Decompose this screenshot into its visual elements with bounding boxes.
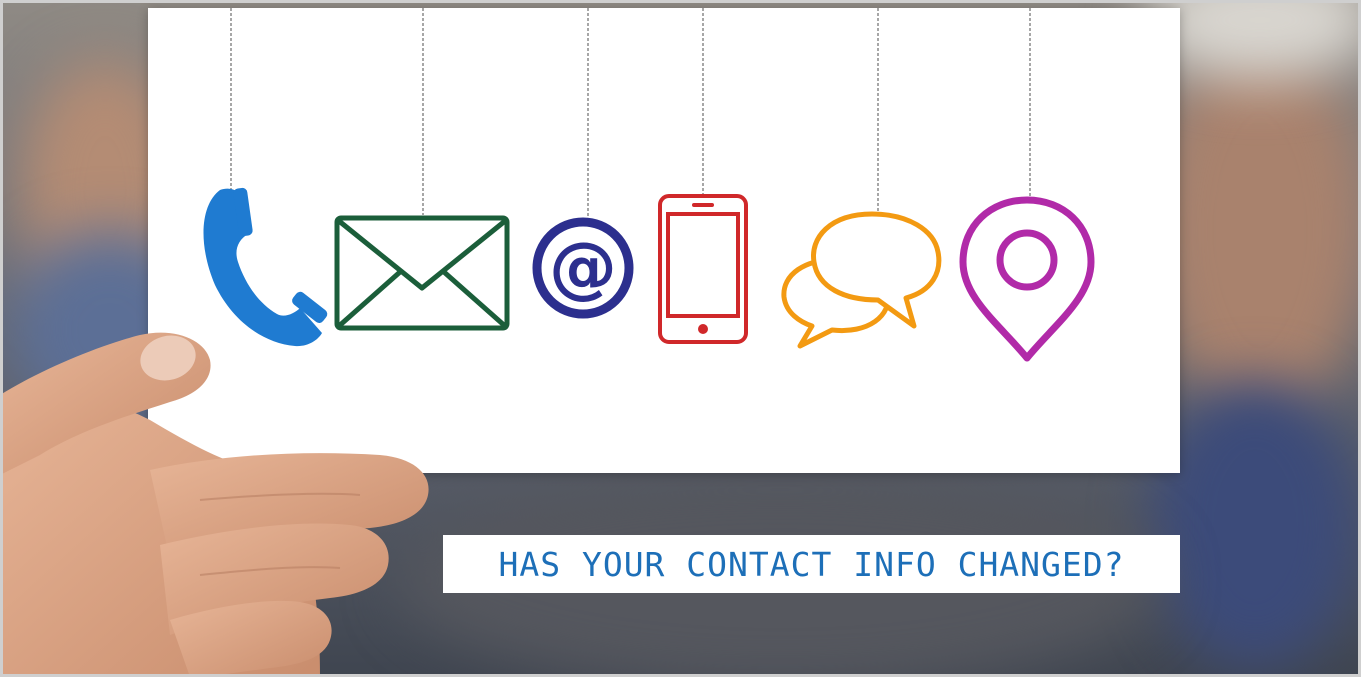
caption-banner: HAS YOUR CONTACT INFO CHANGED? [443,535,1180,593]
photo-frame: @ HAS YOUR CONTACT INFO CHANGED? [0,0,1361,677]
caption-text: HAS YOUR CONTACT INFO CHANGED? [498,544,1125,584]
